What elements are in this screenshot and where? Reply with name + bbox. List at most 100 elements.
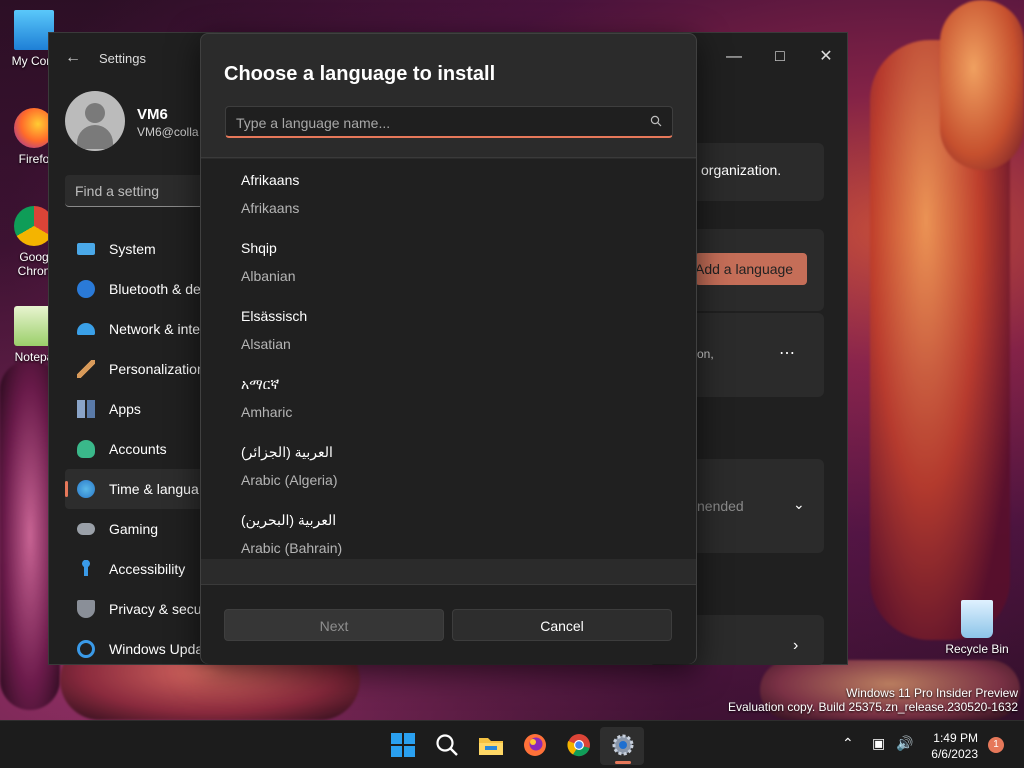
content-fragment: on, (697, 347, 714, 361)
language-native-name: አማርኛ (241, 376, 280, 392)
sidebar-item-label: Network & inte (109, 321, 201, 337)
language-english-name: Arabic (Bahrain) (241, 540, 343, 556)
choose-language-dialog: Choose a language to install Afrikaans A… (200, 33, 697, 664)
sidebar-item-label: Accounts (109, 441, 167, 457)
divider (201, 157, 696, 158)
watermark-line: Evaluation copy. Build 25375.zn_release.… (728, 700, 1018, 714)
sidebar-item-label: Time & langua (109, 481, 199, 497)
update-icon (77, 640, 95, 658)
dialog-footer: Next Cancel (201, 584, 696, 664)
app-title: Settings (99, 51, 146, 66)
accounts-icon (77, 440, 95, 458)
chevron-down-icon[interactable]: ⌄ (793, 496, 805, 513)
sidebar-item-gaming[interactable]: Gaming (65, 509, 205, 549)
language-native-name: Afrikaans (241, 172, 300, 188)
list-item[interactable]: Shqip Albanian (201, 227, 696, 295)
clock-time: 1:49 PM (933, 731, 978, 745)
network-icon[interactable]: ▣ (872, 735, 885, 752)
bluetooth-icon (77, 280, 95, 298)
watermark-line: Windows 11 Pro Insider Preview (846, 686, 1018, 700)
language-search-box[interactable] (225, 106, 673, 138)
language-english-name: Albanian (241, 268, 296, 284)
sidebar-item-personalization[interactable]: Personalization (65, 349, 205, 389)
wallpaper-blob (940, 0, 1024, 170)
taskbar-clock[interactable]: 1:49 PM 6/6/2023 (931, 730, 978, 762)
close-icon[interactable]: ✕ (803, 41, 849, 73)
sidebar-item-accounts[interactable]: Accounts (65, 429, 205, 469)
evaluation-watermark: Windows 11 Pro Insider Preview Evaluatio… (728, 686, 1018, 714)
language-english-name: Alsatian (241, 336, 291, 352)
start-icon[interactable] (389, 731, 417, 759)
sidebar-item-bluetooth[interactable]: Bluetooth & de (65, 269, 205, 309)
sidebar-item-label: Privacy & secu (109, 601, 202, 617)
list-item[interactable]: العربية (البحرين) Arabic (Bahrain) (201, 499, 696, 559)
taskbar-active-indicator (615, 761, 631, 764)
chrome-icon[interactable] (565, 731, 593, 759)
chevron-right-icon[interactable]: › (793, 637, 798, 655)
list-item[interactable]: العربية (الجزائر) Arabic (Algeria) (201, 431, 696, 499)
language-native-name: Elsässisch (241, 308, 308, 324)
more-options-icon[interactable]: ⋯ (779, 343, 795, 363)
notification-badge[interactable]: 1 (988, 737, 1004, 753)
list-item[interactable]: አማርኛ Amharic (201, 363, 696, 431)
back-arrow-icon[interactable]: ← (65, 49, 81, 67)
sidebar-item-time-language[interactable]: Time & langua (65, 469, 205, 509)
recycle-bin-icon (961, 600, 993, 638)
sidebar-item-label: Bluetooth & de (109, 281, 201, 297)
cancel-button[interactable]: Cancel (452, 609, 672, 641)
profile-name: VM6 (137, 106, 168, 123)
find-setting-input[interactable]: Find a setting (65, 175, 205, 207)
show-hidden-icons-chevron[interactable]: ⌃ (842, 735, 854, 752)
recommended-dropdown[interactable]: nended (697, 498, 744, 514)
volume-icon[interactable]: 🔊 (896, 735, 913, 752)
desktop-icon-label: Recycle Bin (945, 642, 1009, 656)
file-explorer-icon[interactable] (477, 731, 505, 759)
language-search-input[interactable] (236, 113, 636, 133)
desktop-icon-recycle-bin[interactable]: Recycle Bin (944, 600, 1010, 656)
dialog-title: Choose a language to install (224, 63, 496, 85)
network-icon (77, 323, 95, 335)
sidebar-item-label: Windows Upda (109, 641, 204, 657)
brush-icon (77, 360, 95, 378)
list-item[interactable]: Afrikaans Afrikaans (201, 159, 696, 227)
language-native-name: Shqip (241, 240, 277, 256)
list-item[interactable]: Elsässisch Alsatian (201, 295, 696, 363)
sidebar-item-privacy[interactable]: Privacy & secu (65, 589, 205, 629)
sidebar-item-label: Personalization (109, 361, 205, 377)
org-text: organization. (701, 162, 782, 178)
time-language-icon (77, 480, 95, 498)
sidebar-nav: System Bluetooth & de Network & inte Per… (65, 229, 205, 669)
taskbar: ⌃ ▣ 🔊 1:49 PM 6/6/2023 1 (0, 720, 1024, 768)
sidebar-item-label: System (109, 241, 156, 257)
shield-icon (77, 600, 95, 618)
sidebar-item-network[interactable]: Network & inte (65, 309, 205, 349)
sidebar-item-windows-update[interactable]: Windows Upda (65, 629, 205, 669)
sidebar-item-label: Apps (109, 401, 141, 417)
search-icon (650, 115, 662, 127)
firefox-icon[interactable] (521, 731, 549, 759)
settings-icon[interactable] (609, 731, 637, 759)
avatar[interactable] (65, 91, 125, 151)
language-english-name: Arabic (Algeria) (241, 472, 338, 488)
clock-date: 6/6/2023 (931, 747, 978, 761)
language-native-name: العربية (البحرين) (241, 512, 337, 528)
sidebar-item-apps[interactable]: Apps (65, 389, 205, 429)
apps-icon (77, 400, 95, 418)
sidebar-item-accessibility[interactable]: Accessibility (65, 549, 205, 589)
sidebar-item-label: Accessibility (109, 561, 186, 577)
language-list: Afrikaans Afrikaans Shqip Albanian Elsäs… (201, 159, 696, 559)
minimize-icon[interactable]: — (711, 41, 757, 73)
search-icon[interactable] (433, 731, 461, 759)
profile-email: VM6@colla (137, 125, 199, 139)
accessibility-icon (77, 560, 95, 578)
gaming-icon (77, 523, 95, 535)
next-button[interactable]: Next (224, 609, 444, 641)
language-english-name: Amharic (241, 404, 293, 420)
language-english-name: Afrikaans (241, 200, 300, 216)
system-icon (77, 243, 95, 255)
add-language-label: Add a language (695, 261, 794, 277)
maximize-icon[interactable]: □ (757, 41, 803, 73)
sidebar-item-system[interactable]: System (65, 229, 205, 269)
sidebar-item-label: Gaming (109, 521, 159, 537)
add-language-button[interactable]: Add a language (695, 253, 807, 285)
